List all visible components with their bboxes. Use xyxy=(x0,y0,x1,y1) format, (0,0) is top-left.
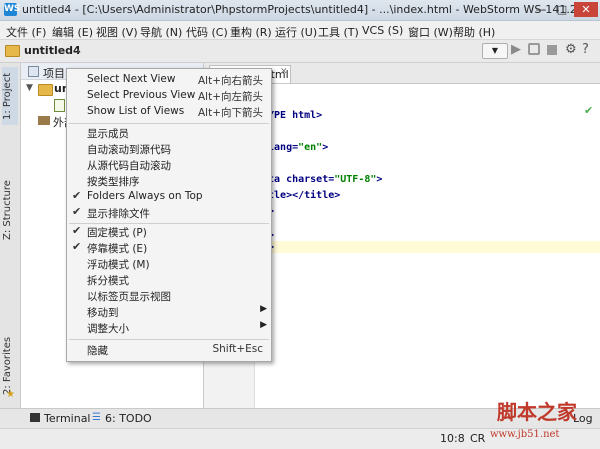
menu-item-resize[interactable]: 调整大小 ▶ xyxy=(67,320,271,336)
folder-icon xyxy=(5,45,20,57)
menu-code[interactable]: 代码 (C) xyxy=(186,24,228,40)
menu-item-docked-mode[interactable]: ✔ 停靠模式 (E) xyxy=(67,240,271,256)
run-config-dropdown[interactable]: ▼ xyxy=(482,43,508,59)
check-icon: ✔ xyxy=(72,205,82,218)
menu-item-folders-always-on-top[interactable]: ✔ Folders Always on Top xyxy=(67,189,271,205)
menu-view[interactable]: 视图 (V) xyxy=(96,24,138,40)
window-title: untitled4 - [C:\Users\Administrator\Phps… xyxy=(22,3,591,16)
title-bar: WS untitled4 - [C:\Users\Administrator\P… xyxy=(0,0,600,21)
terminal-tab[interactable]: Terminal xyxy=(44,412,91,425)
menu-item-show-views-as-tabs[interactable]: 以标签页显示视图 xyxy=(67,288,271,304)
terminal-icon xyxy=(30,413,40,422)
code-line-5: eta charset="UTF-8"> xyxy=(262,174,383,185)
menu-item-show-members[interactable]: 显示成员 xyxy=(67,125,271,141)
menu-tools[interactable]: 工具 (T) xyxy=(318,24,359,40)
stop-icon[interactable] xyxy=(547,45,557,55)
check-icon: ✔ xyxy=(72,224,82,237)
debug-icon[interactable] xyxy=(528,43,540,55)
todo-icon: ☰ xyxy=(92,412,101,423)
menu-item-select-previous-view[interactable]: Select Previous View Alt+向左箭头 xyxy=(67,88,271,104)
current-line-highlight xyxy=(255,241,600,253)
close-button[interactable]: ✕ xyxy=(574,2,598,17)
library-icon xyxy=(38,116,50,125)
project-folder-icon xyxy=(38,84,53,96)
watermark-brand: 脚本之家 xyxy=(497,400,577,424)
submenu-arrow-icon: ▶ xyxy=(260,304,267,314)
todo-tab[interactable]: 6: TODO xyxy=(105,412,152,425)
menu-run[interactable]: 运行 (U) xyxy=(275,24,317,40)
tab-project[interactable]: 1: Project xyxy=(2,67,18,125)
menu-item-show-excluded-files[interactable]: ✔ 显示排除文件 xyxy=(67,205,271,221)
menu-file[interactable]: 文件 (F) xyxy=(6,24,46,40)
menu-item-sort-by-type[interactable]: 按类型排序 xyxy=(67,173,271,189)
menu-window[interactable]: 窗口 (W) xyxy=(408,24,453,40)
caret-position[interactable]: 10:8 xyxy=(440,432,465,445)
settings-icon[interactable]: ⚙ xyxy=(565,42,577,57)
breadcrumb-project[interactable]: untitled4 xyxy=(24,44,81,57)
menu-bar: 文件 (F) 编辑 (E) 视图 (V) 导航 (N) 代码 (C) 重构 (R… xyxy=(0,21,600,40)
menu-navigate[interactable]: 导航 (N) xyxy=(140,24,182,40)
menu-vcs[interactable]: VCS (S) xyxy=(362,24,403,37)
check-icon: ✔ xyxy=(72,240,82,253)
line-separator[interactable]: CR xyxy=(470,432,485,445)
menu-item-floating-mode[interactable]: 浮动模式 (M) xyxy=(67,256,271,272)
inspection-ok-icon: ✔ xyxy=(584,104,594,117)
left-tool-stripe: 1: Project Z: Structure 2: Favorites ★ xyxy=(0,63,21,408)
code-line-6: itle></title> xyxy=(262,190,341,201)
favorites-star-icon: ★ xyxy=(6,389,15,400)
breadcrumb-chevron-icon: › xyxy=(76,44,81,57)
menu-item-autoscroll-to-source[interactable]: 自动滚动到源代码 xyxy=(67,141,271,157)
help-icon[interactable]: ? xyxy=(582,42,589,57)
view-icon xyxy=(28,66,39,77)
menu-item-pinned-mode[interactable]: ✔ 固定模式 (P) xyxy=(67,224,271,240)
expand-arrow-icon[interactable]: ▼ xyxy=(26,83,33,93)
maximize-button[interactable]: □ xyxy=(552,2,572,17)
menu-item-split-mode[interactable]: 拆分模式 xyxy=(67,272,271,288)
menu-help[interactable]: 帮助 (H) xyxy=(453,24,495,40)
menu-item-show-list-of-views[interactable]: Show List of Views Alt+向下箭头 xyxy=(67,104,271,120)
menu-item-select-next-view[interactable]: Select Next View Alt+向右箭头 xyxy=(67,72,271,88)
navigation-bar: untitled4 › ▼ ▶ ⚙ ? xyxy=(0,40,600,63)
project-view-popup-menu: Select Next View Alt+向右箭头 Select Previous… xyxy=(66,68,272,362)
menu-separator xyxy=(69,123,269,124)
menu-item-move-to[interactable]: 移动到 ▶ xyxy=(67,304,271,320)
submenu-arrow-icon: ▶ xyxy=(260,320,267,330)
menu-item-hide[interactable]: 隐藏 Shift+Esc xyxy=(67,342,271,358)
menu-refactor[interactable]: 重构 (R) xyxy=(230,24,272,40)
html-file-icon[interactable] xyxy=(54,99,65,112)
webstorm-logo-icon: WS xyxy=(4,3,21,16)
minimize-button[interactable]: — xyxy=(531,2,551,17)
menu-separator xyxy=(69,339,269,340)
check-icon: ✔ xyxy=(72,189,82,202)
run-icon[interactable]: ▶ xyxy=(511,42,521,57)
menu-edit[interactable]: 编辑 (E) xyxy=(52,24,93,40)
tab-structure[interactable]: Z: Structure xyxy=(2,175,18,245)
watermark-url: www.jb51.net xyxy=(490,429,560,440)
tab-close-icon[interactable]: ✕ xyxy=(280,67,288,77)
menu-item-autoscroll-from-source[interactable]: 从源代码自动滚动 xyxy=(67,157,271,173)
project-panel-title[interactable]: 项目 xyxy=(43,65,65,81)
